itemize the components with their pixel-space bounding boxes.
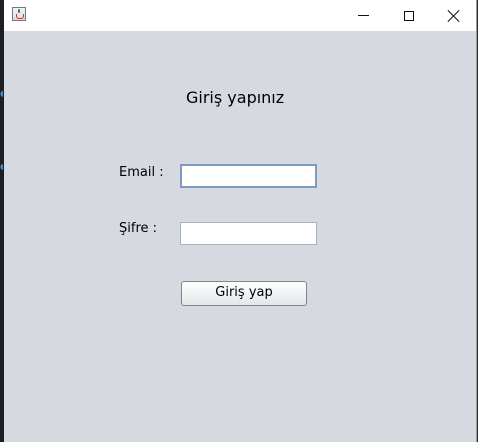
form-heading: Giriş yapınız bbox=[186, 88, 285, 107]
background-edge-mark: ● bbox=[0, 163, 3, 171]
title-bar[interactable] bbox=[4, 0, 476, 31]
login-window: Giriş yapınız Email : Şifre : Giriş yap bbox=[4, 0, 477, 442]
login-button[interactable]: Giriş yap bbox=[181, 281, 307, 306]
maximize-icon bbox=[404, 10, 414, 21]
minimize-icon bbox=[357, 15, 369, 16]
close-button[interactable] bbox=[431, 0, 477, 31]
minimize-button[interactable] bbox=[340, 0, 386, 31]
maximize-button[interactable] bbox=[386, 0, 432, 31]
password-label: Şifre : bbox=[119, 221, 158, 236]
email-label: Email : bbox=[119, 165, 164, 180]
close-icon bbox=[448, 10, 460, 22]
background-edge-mark: ● bbox=[0, 90, 3, 98]
password-field[interactable] bbox=[180, 222, 317, 245]
email-field[interactable] bbox=[180, 164, 317, 188]
login-form: Giriş yapınız Email : Şifre : Giriş yap bbox=[4, 31, 476, 442]
java-cup-icon[interactable] bbox=[12, 7, 26, 21]
